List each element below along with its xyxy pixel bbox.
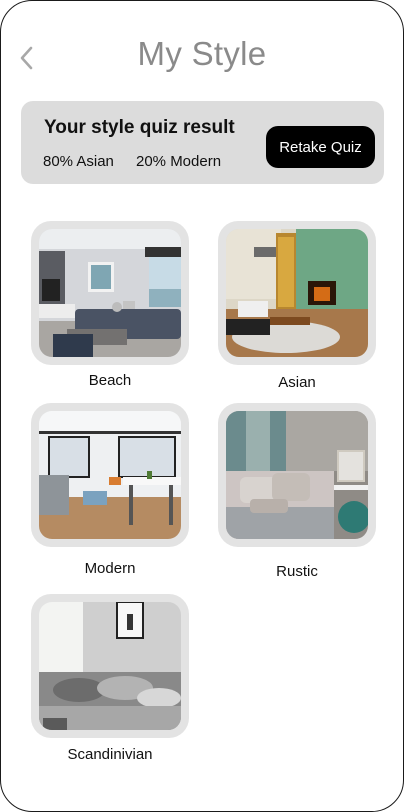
style-label: Beach xyxy=(88,372,132,389)
result-modern: 20% Modern xyxy=(136,153,222,170)
asian-room-image xyxy=(226,229,368,357)
quiz-result-title: Your style quiz result xyxy=(44,117,235,138)
quiz-result-card: Your style quiz result 80% Asian 20% Mod… xyxy=(21,101,384,184)
retake-quiz-button[interactable]: Retake Quiz xyxy=(266,126,375,168)
phone-frame: My Style Your style quiz result 80% Asia… xyxy=(0,0,404,812)
style-label: Asian xyxy=(278,374,316,391)
scandinivian-room-image xyxy=(39,602,181,730)
style-label: Rustic xyxy=(276,563,318,580)
style-label: Modern xyxy=(84,560,136,577)
rustic-room-image xyxy=(226,411,368,539)
style-label: Scandinivian xyxy=(67,746,153,763)
page-title: My Style xyxy=(137,35,267,72)
beach-room-image xyxy=(39,229,181,357)
modern-room-image xyxy=(39,411,181,539)
result-asian: 80% Asian xyxy=(43,153,114,170)
